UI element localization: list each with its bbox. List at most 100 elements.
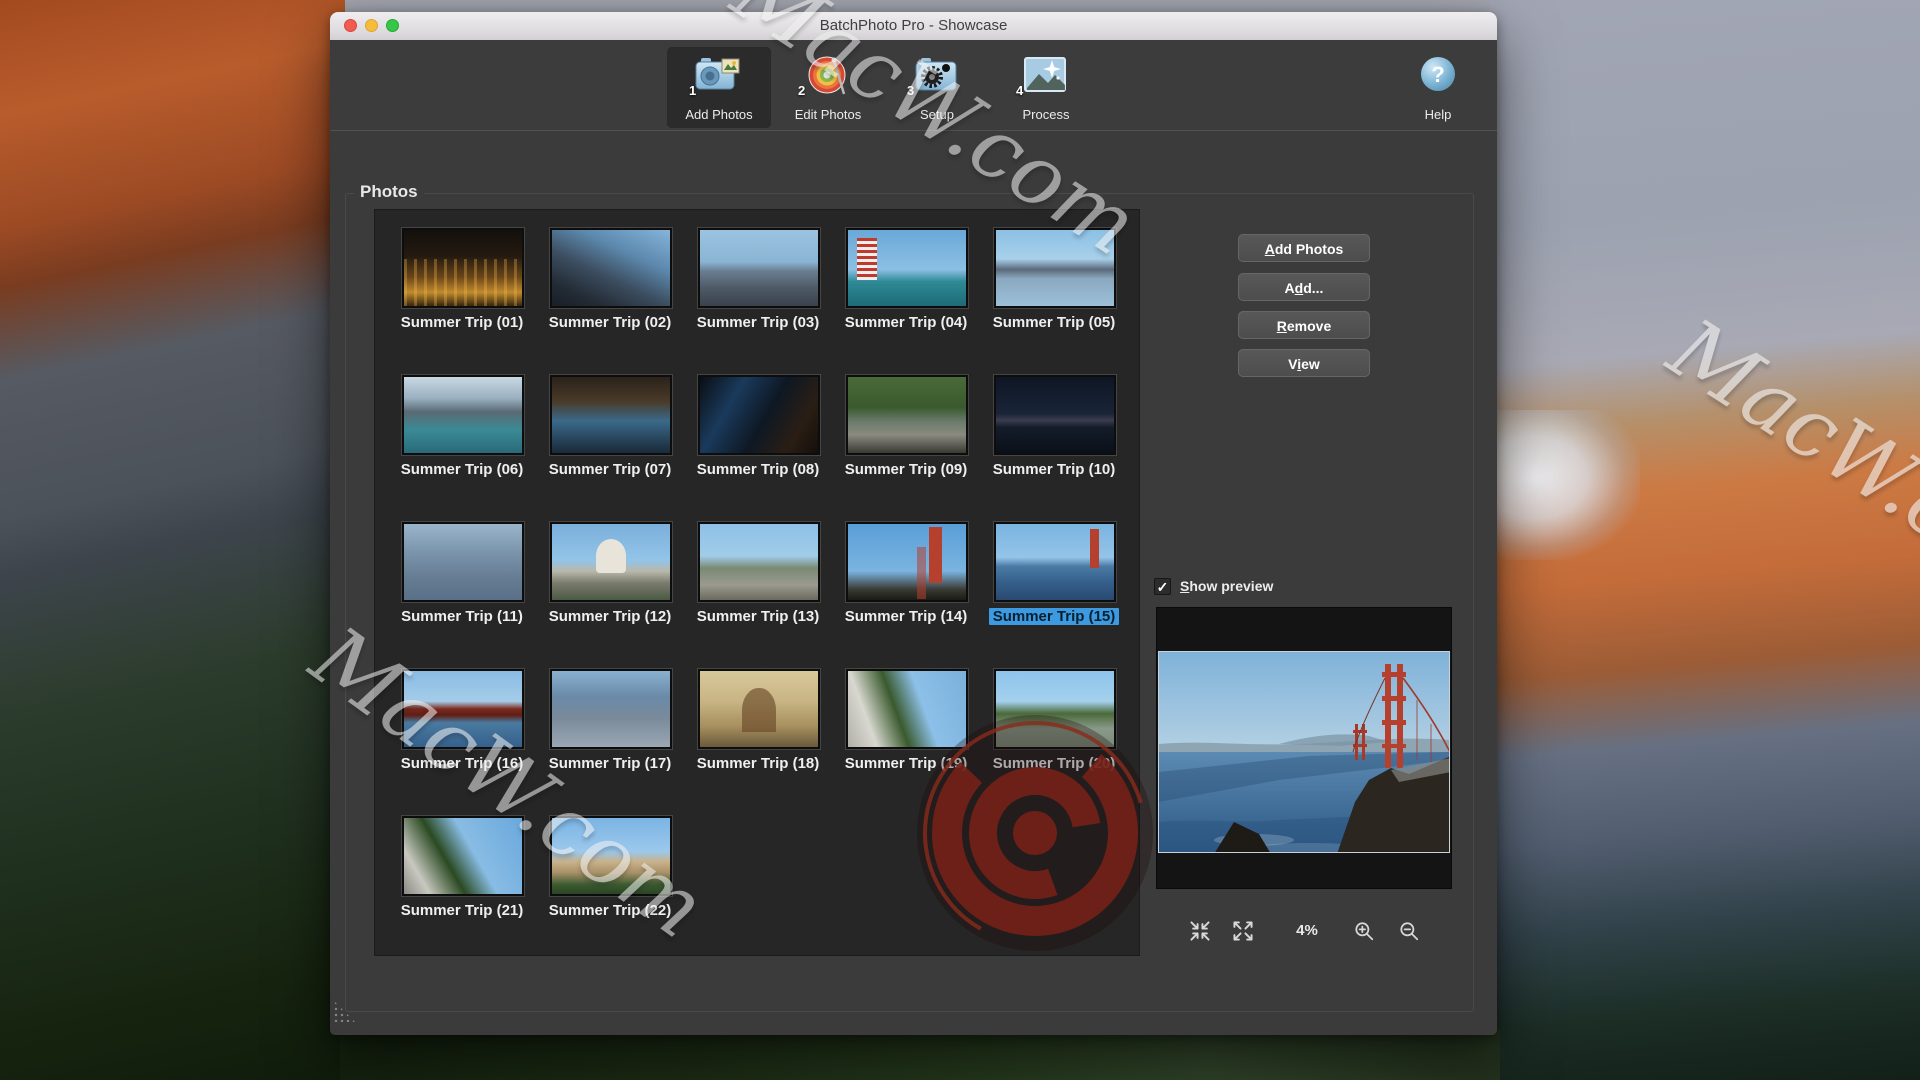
- toolbar-label: Help: [1410, 107, 1466, 122]
- show-preview-checkbox[interactable]: ✓: [1154, 578, 1171, 595]
- photo-thumbnail[interactable]: [846, 228, 968, 308]
- add-button[interactable]: Add...: [1238, 273, 1370, 301]
- window-title: BatchPhoto Pro - Showcase: [330, 12, 1497, 40]
- photo-thumbnail[interactable]: [698, 228, 820, 308]
- toolbar-item-setup[interactable]: 3 Setup: [885, 47, 989, 128]
- photo-label[interactable]: Summer Trip (05): [993, 314, 1116, 331]
- photo-thumbnail[interactable]: [994, 228, 1116, 308]
- photo-thumbnail[interactable]: [402, 375, 524, 455]
- toolbar-item-help[interactable]: ? Help: [1410, 47, 1466, 128]
- photo-label-row: Summer Trip (07): [536, 461, 684, 479]
- photo-thumbnail[interactable]: [698, 669, 820, 749]
- photo-item[interactable]: Summer Trip (10): [980, 375, 1128, 522]
- camera-add-icon: 1: [695, 54, 743, 98]
- remove-button[interactable]: Remove: [1238, 311, 1370, 339]
- photo-item[interactable]: Summer Trip (04): [832, 228, 980, 375]
- photo-label-row: Summer Trip (13): [684, 608, 832, 626]
- photo-label[interactable]: Summer Trip (07): [549, 461, 672, 478]
- photo-label[interactable]: Summer Trip (03): [697, 314, 820, 331]
- photo-label[interactable]: Summer Trip (11): [401, 608, 523, 625]
- photo-thumbnail[interactable]: [846, 522, 968, 602]
- add-photos-button[interactable]: Add Photos: [1238, 234, 1370, 262]
- photo-label[interactable]: Summer Trip (21): [401, 902, 524, 919]
- photo-thumbnail[interactable]: [994, 375, 1116, 455]
- toolbar-number: 4: [1016, 83, 1023, 98]
- photo-label-row: Summer Trip (21): [388, 902, 536, 920]
- photo-label[interactable]: Summer Trip (12): [549, 608, 672, 625]
- photo-label[interactable]: Summer Trip (16): [401, 755, 524, 772]
- photo-thumbnail[interactable]: [994, 669, 1116, 749]
- photo-item[interactable]: Summer Trip (19): [832, 669, 980, 816]
- zoom-level-value: 4%: [1287, 922, 1327, 939]
- photo-label[interactable]: Summer Trip (22): [549, 902, 672, 919]
- toolbar-number: 3: [907, 83, 914, 98]
- photo-label[interactable]: Summer Trip (06): [401, 461, 524, 478]
- actual-size-icon[interactable]: [1232, 920, 1254, 942]
- photo-item[interactable]: Summer Trip (08): [684, 375, 832, 522]
- photo-item[interactable]: Summer Trip (03): [684, 228, 832, 375]
- photo-label-row: Summer Trip (02): [536, 314, 684, 332]
- photo-label-row: Summer Trip (08): [684, 461, 832, 479]
- photo-thumbnail[interactable]: [698, 522, 820, 602]
- photo-thumbnail[interactable]: [402, 816, 524, 896]
- photo-item[interactable]: Summer Trip (14): [832, 522, 980, 669]
- photo-item[interactable]: Summer Trip (20): [980, 669, 1128, 816]
- photo-thumbnail[interactable]: [550, 816, 672, 896]
- photo-label[interactable]: Summer Trip (02): [549, 314, 672, 331]
- photo-item[interactable]: Summer Trip (05): [980, 228, 1128, 375]
- photo-label-selected[interactable]: Summer Trip (15): [989, 608, 1120, 625]
- photo-item[interactable]: Summer Trip (13): [684, 522, 832, 669]
- toolbar-item-process[interactable]: 4 Process: [994, 47, 1098, 128]
- photo-thumbnail[interactable]: [402, 522, 524, 602]
- photo-thumbnail[interactable]: [402, 228, 524, 308]
- photo-item[interactable]: Summer Trip (09): [832, 375, 980, 522]
- photo-label-row: Summer Trip (15): [980, 608, 1128, 626]
- fit-window-icon[interactable]: [1189, 920, 1211, 942]
- photo-grid: Summer Trip (01) Summer Trip (02) Summer T…: [375, 210, 1139, 956]
- photo-list-panel[interactable]: Summer Trip (01) Summer Trip (02) Summer T…: [374, 209, 1140, 956]
- photo-label[interactable]: Summer Trip (10): [993, 461, 1116, 478]
- photo-item[interactable]: Summer Trip (11): [388, 522, 536, 669]
- photo-label[interactable]: Summer Trip (01): [401, 314, 524, 331]
- photo-thumbnail[interactable]: [550, 669, 672, 749]
- photo-thumbnail[interactable]: [550, 375, 672, 455]
- photo-item[interactable]: Summer Trip (02): [536, 228, 684, 375]
- title-bar[interactable]: BatchPhoto Pro - Showcase: [330, 12, 1497, 41]
- photo-item[interactable]: Summer Trip (17): [536, 669, 684, 816]
- photo-item[interactable]: Summer Trip (16): [388, 669, 536, 816]
- photo-item[interactable]: Summer Trip (22): [536, 816, 684, 956]
- photo-item[interactable]: Summer Trip (06): [388, 375, 536, 522]
- photo-thumbnail[interactable]: [698, 375, 820, 455]
- photo-thumbnail[interactable]: [846, 375, 968, 455]
- photo-label[interactable]: Summer Trip (14): [845, 608, 968, 625]
- photo-label[interactable]: Summer Trip (09): [845, 461, 968, 478]
- view-button[interactable]: View: [1238, 349, 1370, 377]
- photo-item[interactable]: Summer Trip (15): [980, 522, 1128, 669]
- photo-label[interactable]: Summer Trip (18): [697, 755, 820, 772]
- photo-item[interactable]: Summer Trip (07): [536, 375, 684, 522]
- toolbar-item-add-photos[interactable]: 1 Add Photos: [667, 47, 771, 128]
- photo-label[interactable]: Summer Trip (19): [845, 755, 968, 772]
- zoom-out-icon[interactable]: [1398, 920, 1420, 942]
- photo-item[interactable]: Summer Trip (01): [388, 228, 536, 375]
- photo-item[interactable]: Summer Trip (12): [536, 522, 684, 669]
- photo-label[interactable]: Summer Trip (20): [993, 755, 1116, 772]
- zoom-in-icon[interactable]: [1353, 920, 1375, 942]
- wallpaper-cliff: [0, 0, 345, 1080]
- photo-thumbnail[interactable]: [402, 669, 524, 749]
- photo-label[interactable]: Summer Trip (04): [845, 314, 968, 331]
- photo-label[interactable]: Summer Trip (08): [697, 461, 820, 478]
- photo-thumbnail[interactable]: [994, 522, 1116, 602]
- toolbar-item-edit-photos[interactable]: 2 Edit Photos: [776, 47, 880, 128]
- photo-label-row: Summer Trip (09): [832, 461, 980, 479]
- photo-thumbnail[interactable]: [550, 522, 672, 602]
- photo-label[interactable]: Summer Trip (13): [697, 608, 820, 625]
- photo-item[interactable]: Summer Trip (21): [388, 816, 536, 956]
- photo-thumbnail[interactable]: [550, 228, 672, 308]
- photo-label-row: Summer Trip (20): [980, 755, 1128, 773]
- photo-thumbnail[interactable]: [846, 669, 968, 749]
- photo-label-row: Summer Trip (18): [684, 755, 832, 773]
- photos-groupbox: Photos Summer Trip (01)Summer Trip (02)S…: [345, 193, 1474, 1012]
- photo-label[interactable]: Summer Trip (17): [549, 755, 672, 772]
- photo-item[interactable]: Summer Trip (18): [684, 669, 832, 816]
